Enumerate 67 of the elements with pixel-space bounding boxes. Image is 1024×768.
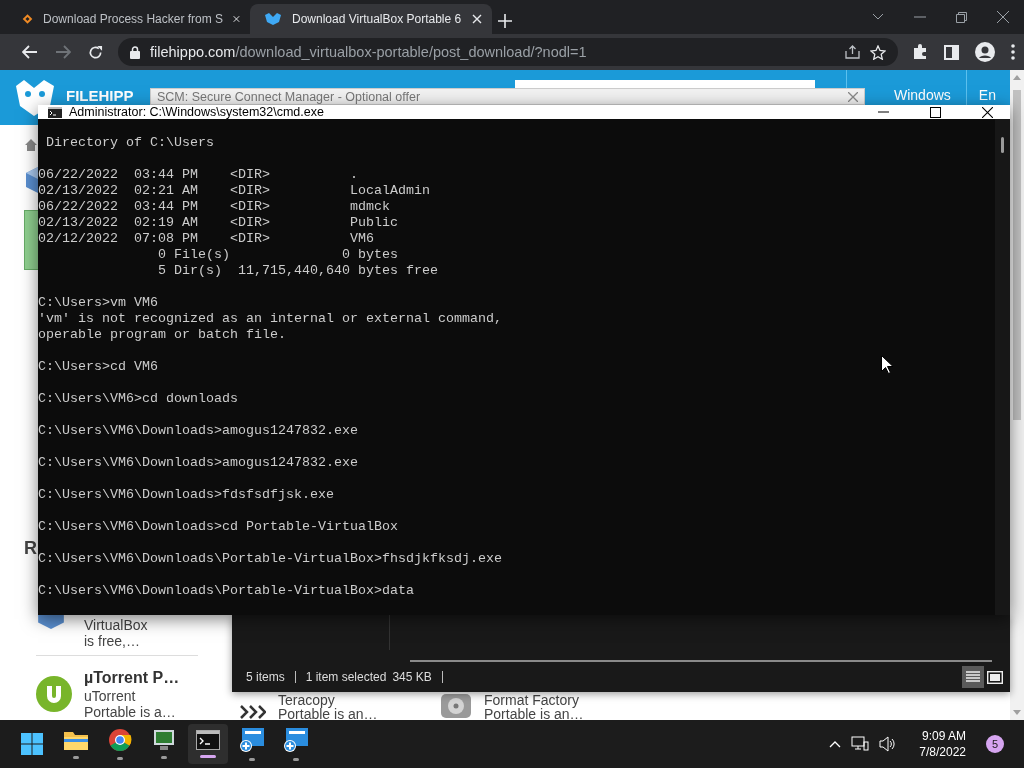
console-output: C:\Users\VM6>cd downloads xyxy=(38,391,238,407)
window-title: Administrator: C:\Windows\system32\cmd.exe xyxy=(69,105,325,119)
terminal-icon[interactable] xyxy=(196,730,220,750)
new-tab-icon[interactable] xyxy=(498,14,512,28)
app-description: Portable is an… xyxy=(278,707,378,720)
console-output: Directory of C:\Users xyxy=(45,135,214,151)
console-output: C:\Users\VM6\Downloads>cd Portable-VirtualBox xyxy=(38,519,398,535)
close-icon[interactable] xyxy=(982,106,993,118)
share-icon[interactable] xyxy=(845,45,860,59)
scrollbar[interactable] xyxy=(995,119,1010,615)
installer-icon[interactable] xyxy=(239,727,265,753)
app-description: Portable is an… xyxy=(484,707,584,720)
console-output: C:\Users\VM6\Downloads\Portable-VirtualBox>fhsdjkfksdj.exe xyxy=(38,551,502,567)
browser-tab[interactable]: Download Process Hacker from S xyxy=(8,4,250,34)
cursor-icon xyxy=(881,355,893,374)
restore-icon[interactable] xyxy=(956,11,967,23)
console-output: C:\Users\VM6\Downloads>amogus1247832.exe xyxy=(38,423,358,439)
selection-info: 1 item selected xyxy=(305,670,388,684)
network-icon[interactable] xyxy=(851,736,870,752)
app-name: Format Factory xyxy=(484,693,580,707)
notification-badge[interactable]: 5 xyxy=(986,735,1004,753)
menu-icon[interactable] xyxy=(1011,44,1015,60)
utorrent-icon xyxy=(36,675,72,712)
star-icon[interactable] xyxy=(870,44,886,60)
diamond-icon xyxy=(22,11,34,27)
clock[interactable]: 9:09 AM 7/8/2022 xyxy=(919,728,966,760)
app-description: Portable is a… xyxy=(84,703,177,720)
file-size: 345 KB xyxy=(392,670,433,684)
start-icon[interactable] xyxy=(21,733,43,755)
puzzle-icon[interactable] xyxy=(912,44,928,60)
section-heading: R xyxy=(24,538,37,560)
promo-panel xyxy=(24,210,38,270)
offer-text: SCM: Secure Connect Manager - Optional offer xyxy=(157,89,422,104)
folder-icon[interactable] xyxy=(63,729,89,751)
installer-icon[interactable] xyxy=(283,727,309,753)
speaker-icon[interactable] xyxy=(879,736,898,752)
sidebar-icon[interactable] xyxy=(944,44,959,60)
back-icon[interactable] xyxy=(21,45,38,59)
app-name: Teracopy xyxy=(278,693,336,707)
console-output: C:\Users\VM6\Downloads>amogus1247832.exe xyxy=(38,455,358,471)
chevron-down-icon[interactable] xyxy=(872,13,884,21)
search-field[interactable] xyxy=(515,80,815,88)
profile-icon[interactable] xyxy=(975,42,995,62)
reload-icon[interactable] xyxy=(88,44,103,60)
app-description: is free,… xyxy=(84,633,141,649)
console-output: C:\Users\VM6\Downloads>fdsfsdfjsk.exe xyxy=(38,487,334,503)
console-output: C:\Users>vm VM6 'vm' is not recognized as an internal or external command, operable program or batch file. xyxy=(38,295,502,343)
chevrons-icon xyxy=(240,705,266,719)
browser-tab[interactable]: Download VirtualBox Portable 6 xyxy=(250,4,492,34)
chrome-icon[interactable] xyxy=(108,728,132,752)
app-name: uTorrent xyxy=(84,687,137,704)
app-title[interactable]: µTorrent P… xyxy=(84,667,180,688)
address-field[interactable]: filehippo.com/download_virtualbox-portable/post_download/?nodl=1 xyxy=(118,38,898,66)
chevron-up-icon[interactable] xyxy=(829,740,842,748)
maximize-icon[interactable] xyxy=(930,106,941,118)
console-output: 06/22/2022 03:44 PM <DIR> . 02/13/2022 02:21 AM <DIR> LocalAdmin 06/22/2022 03:44 PM <DIR> mdmck 02/13/2022 02:19 AM <DIR> Public 02/12/2022 07:08 PM <DIR> VM6 0 File(s) 0 bytes 5 Dir(s) 11,715,440,640 bytes free xyxy=(38,167,438,279)
details-view-button[interactable] xyxy=(962,666,984,688)
window-icon xyxy=(987,670,1003,684)
list-icon xyxy=(966,671,980,683)
console-output: C:\Users\VM6\Downloads\Portable-VirtualBox>data xyxy=(38,583,414,599)
console-output: C:\Users>cd VM6 xyxy=(38,359,158,375)
monitor-icon[interactable] xyxy=(152,729,176,751)
close-icon[interactable] xyxy=(997,11,1009,23)
app-name: VirtualBox xyxy=(84,617,148,633)
home-icon[interactable] xyxy=(24,138,38,152)
item-count: 5 items xyxy=(246,670,286,684)
lock-icon xyxy=(130,45,140,59)
